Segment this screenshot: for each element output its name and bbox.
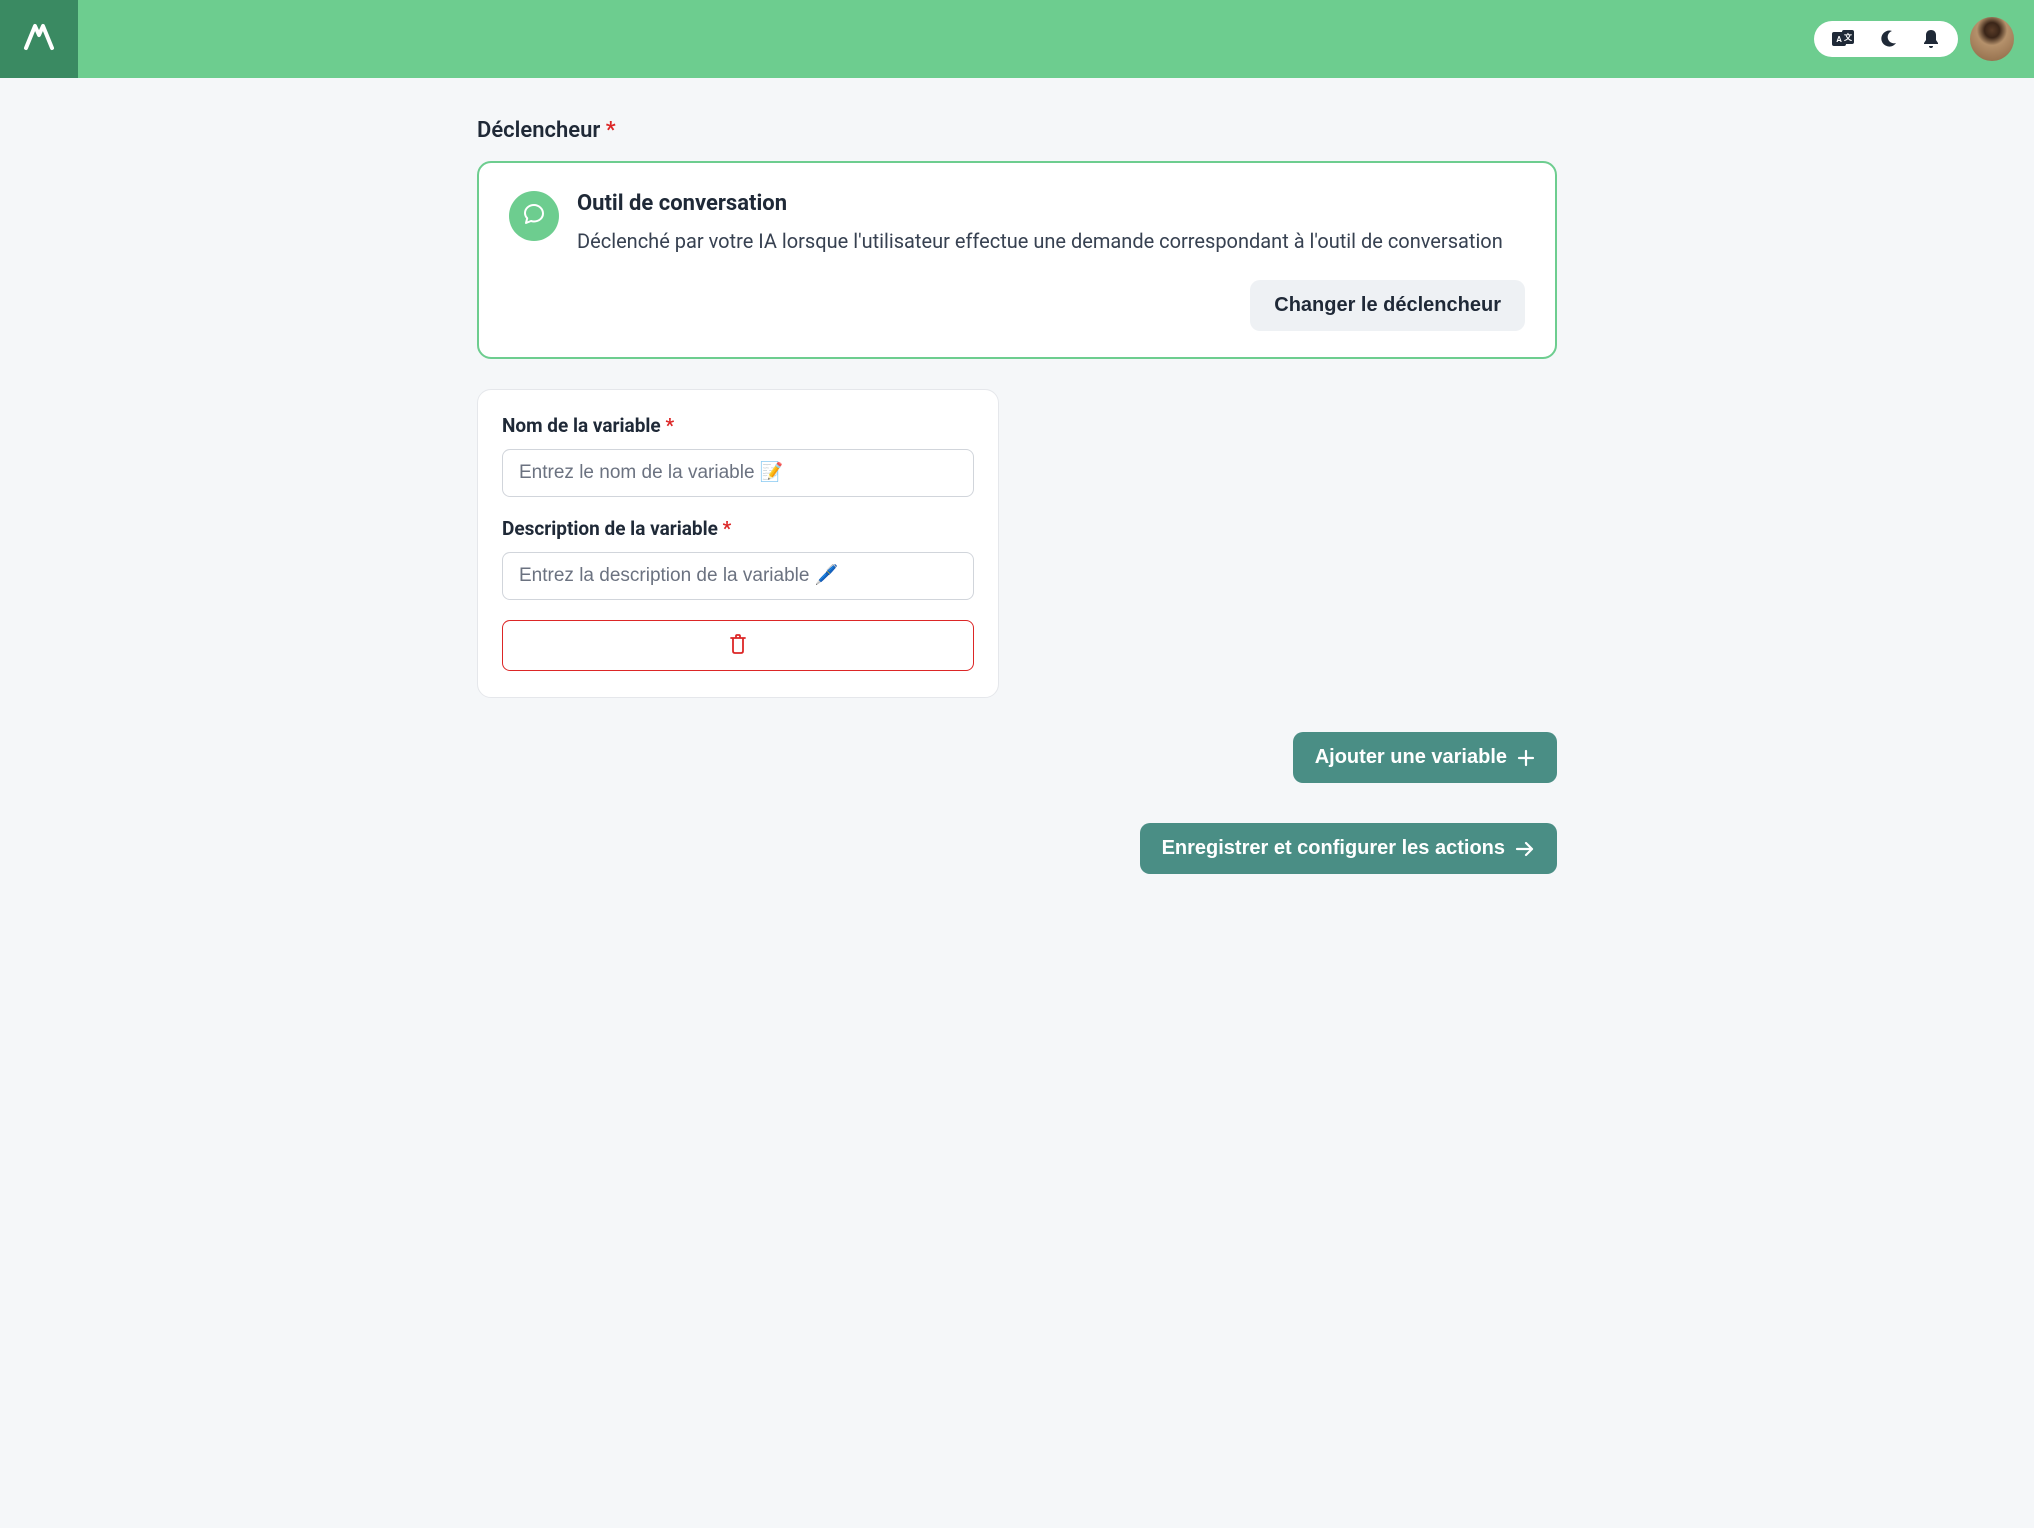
variable-desc-group: Description de la variable *: [502, 517, 974, 600]
change-trigger-button[interactable]: Changer le déclencheur: [1250, 280, 1525, 331]
header-right: A 文: [1814, 17, 2014, 61]
moon-icon[interactable]: [1878, 29, 1898, 49]
variable-name-group: Nom de la variable *: [502, 414, 974, 497]
add-variable-label: Ajouter une variable: [1315, 746, 1507, 769]
add-variable-button[interactable]: Ajouter une variable: [1293, 732, 1557, 783]
bell-icon[interactable]: [1922, 29, 1940, 49]
variable-name-label-text: Nom de la variable: [502, 414, 661, 437]
trigger-description: Déclenché par votre IA lorsque l'utilisa…: [577, 226, 1503, 256]
variable-card: Nom de la variable * Description de la v…: [477, 389, 999, 698]
variable-desc-label: Description de la variable *: [502, 517, 974, 540]
logo-block[interactable]: [0, 0, 78, 78]
trash-icon: [728, 633, 748, 658]
required-marker: *: [606, 118, 616, 143]
trigger-actions: Changer le déclencheur: [509, 280, 1525, 331]
svg-text:A: A: [1836, 35, 1842, 44]
trigger-icon-circle: [509, 191, 559, 241]
translate-icon[interactable]: A 文: [1832, 30, 1854, 48]
trigger-row: Outil de conversation Déclenché par votr…: [509, 191, 1525, 256]
required-marker: *: [723, 517, 732, 540]
delete-variable-button[interactable]: [502, 620, 974, 671]
variable-name-label: Nom de la variable *: [502, 414, 974, 437]
svg-text:文: 文: [1844, 32, 1853, 42]
variable-desc-label-text: Description de la variable: [502, 517, 718, 540]
variable-desc-input[interactable]: [502, 552, 974, 600]
main-content: Déclencheur * Outil de conversation Décl…: [457, 78, 1577, 934]
variable-name-input[interactable]: [502, 449, 974, 497]
avatar[interactable]: [1970, 17, 2014, 61]
save-configure-label: Enregistrer et configurer les actions: [1162, 837, 1505, 860]
trigger-section-label: Déclencheur *: [477, 118, 1557, 143]
page-actions: Ajouter une variable Enregistrer et conf…: [477, 732, 1557, 874]
plus-icon: [1517, 749, 1535, 767]
trigger-label-text: Déclencheur: [477, 118, 600, 143]
trigger-text: Outil de conversation Déclenché par votr…: [577, 191, 1503, 256]
app-header: A 文: [0, 0, 2034, 78]
arrow-right-icon: [1515, 841, 1535, 857]
header-controls: A 文: [1814, 21, 1958, 57]
logo-icon: [22, 20, 56, 58]
save-configure-button[interactable]: Enregistrer et configurer les actions: [1140, 823, 1557, 874]
chat-icon: [522, 202, 546, 230]
trigger-card: Outil de conversation Déclenché par votr…: [477, 161, 1557, 359]
required-marker: *: [665, 414, 674, 437]
trigger-title: Outil de conversation: [577, 191, 1503, 216]
